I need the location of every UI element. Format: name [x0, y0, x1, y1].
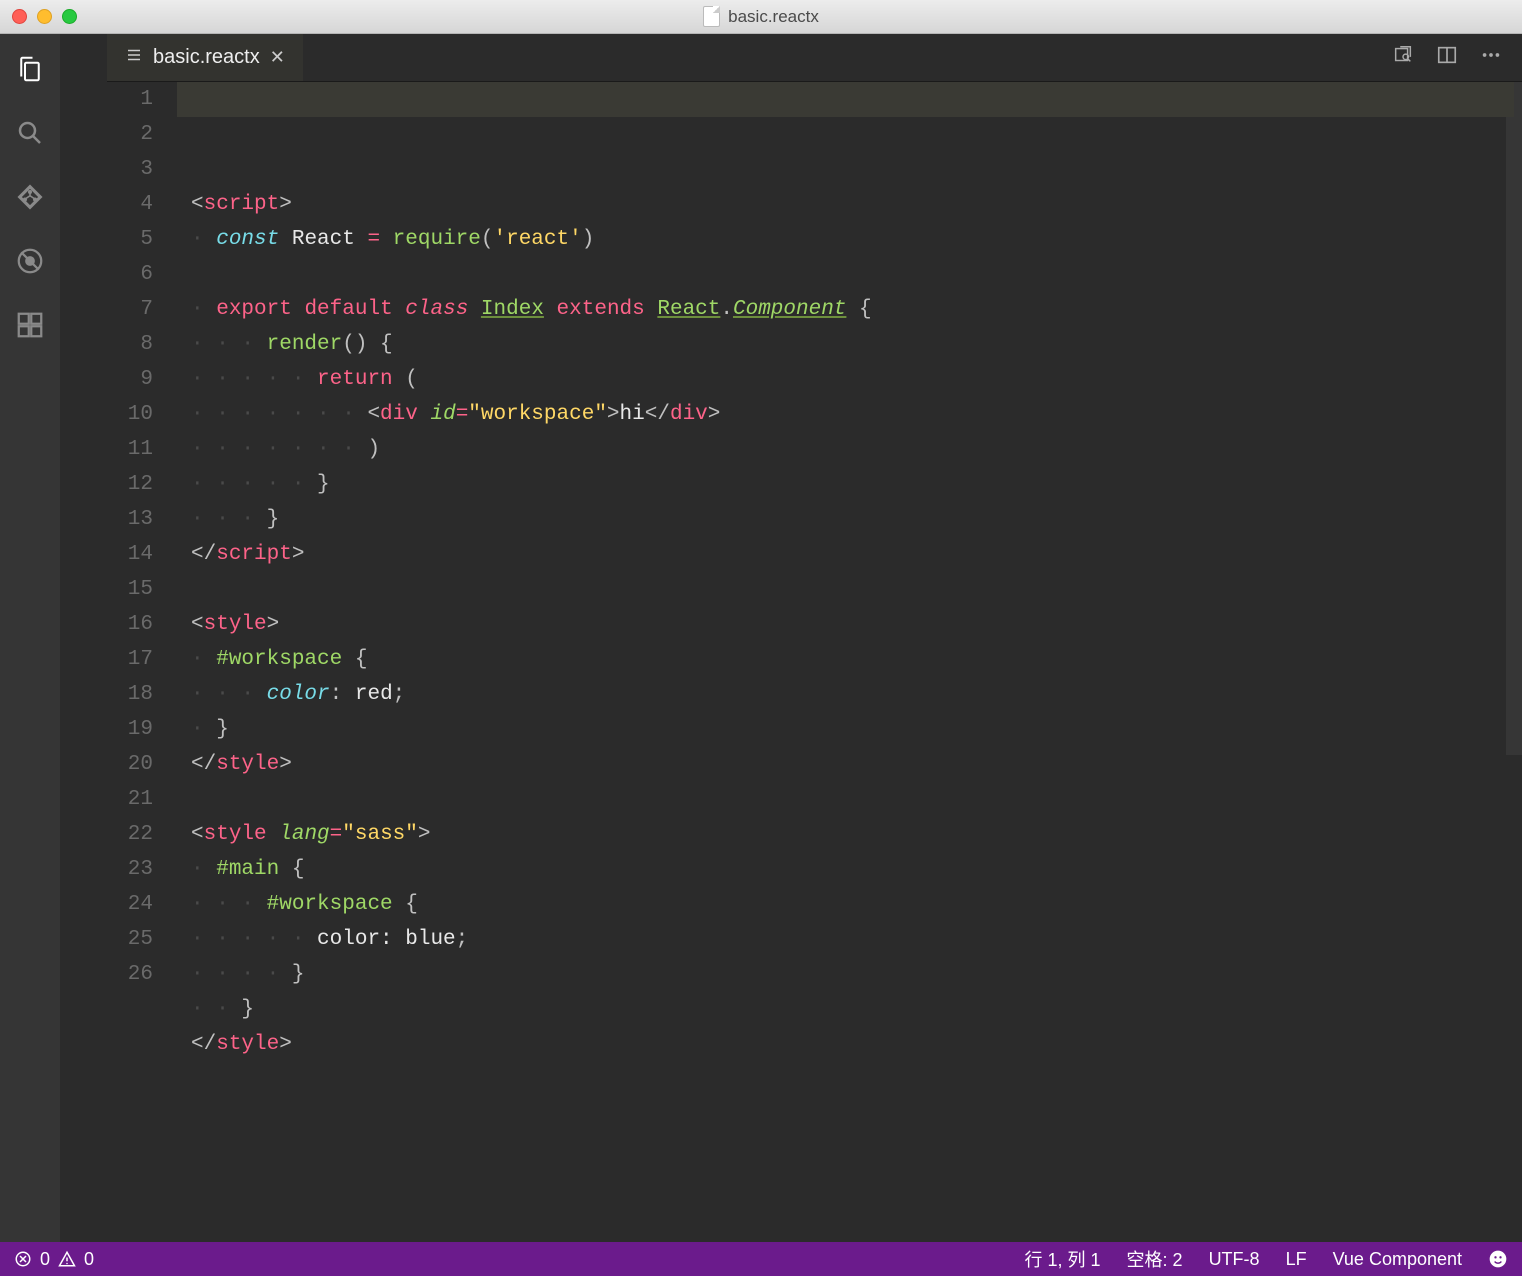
code-line[interactable]: · · · · · return ( [191, 362, 1522, 397]
status-language[interactable]: Vue Component [1333, 1249, 1462, 1270]
search-icon[interactable] [13, 116, 47, 150]
code-line[interactable]: · export default class Index extends Rea… [191, 292, 1522, 327]
line-number: 9 [107, 362, 153, 397]
code-line[interactable]: · } [191, 712, 1522, 747]
line-number: 11 [107, 432, 153, 467]
code-line[interactable]: · · · · · } [191, 467, 1522, 502]
tab-actions [1392, 34, 1522, 81]
editor-group: basic.reactx ✕ 1234567891011121314151617… [107, 34, 1522, 1242]
line-number: 19 [107, 712, 153, 747]
line-number: 2 [107, 117, 153, 152]
workbench: basic.reactx ✕ 1234567891011121314151617… [0, 34, 1522, 1242]
window-title-wrap: basic.reactx [0, 6, 1522, 27]
line-number: 26 [107, 957, 153, 992]
line-number: 1 [107, 82, 153, 117]
line-number: 10 [107, 397, 153, 432]
code-line[interactable]: </style> [191, 747, 1522, 782]
status-problems[interactable]: 0 0 [14, 1249, 94, 1270]
code-line[interactable]: · · · · } [191, 957, 1522, 992]
code-area[interactable]: <script>· const React = require('react')… [177, 82, 1522, 1242]
editor[interactable]: 1234567891011121314151617181920212223242… [107, 82, 1522, 1242]
line-number: 17 [107, 642, 153, 677]
activity-bar [0, 34, 60, 1242]
window-titlebar: basic.reactx [0, 0, 1522, 34]
status-spaces[interactable]: 空格: 2 [1127, 1246, 1183, 1272]
close-icon[interactable]: ✕ [270, 47, 285, 68]
line-number: 6 [107, 257, 153, 292]
traffic-lights [12, 9, 77, 24]
zoom-window-button[interactable] [62, 9, 77, 24]
line-number: 23 [107, 852, 153, 887]
line-number: 13 [107, 502, 153, 537]
line-number: 8 [107, 327, 153, 362]
line-number: 20 [107, 747, 153, 782]
code-line[interactable]: · · · color: red; [191, 677, 1522, 712]
list-icon [125, 46, 143, 70]
line-number: 4 [107, 187, 153, 222]
code-line[interactable]: <script> [191, 187, 1522, 222]
warning-icon [58, 1250, 76, 1268]
code-line[interactable]: · const React = require('react') [191, 222, 1522, 257]
extensions-icon[interactable] [13, 308, 47, 342]
debug-icon[interactable] [13, 244, 47, 278]
line-number: 16 [107, 607, 153, 642]
code-line[interactable]: · · · #workspace { [191, 887, 1522, 922]
explorer-icon[interactable] [13, 52, 47, 86]
warning-count: 0 [84, 1249, 94, 1270]
code-line[interactable] [191, 1062, 1522, 1097]
code-line[interactable]: · · · · · · · ) [191, 432, 1522, 467]
code-line[interactable]: · #main { [191, 852, 1522, 887]
tab-label: basic.reactx [153, 46, 260, 69]
error-count: 0 [40, 1249, 50, 1270]
more-actions-icon[interactable] [1480, 44, 1502, 71]
code-line[interactable]: · · · · · color: blue; [191, 922, 1522, 957]
status-ln-col[interactable]: 行 1, 列 1 [1025, 1246, 1101, 1272]
open-changes-icon[interactable] [1392, 44, 1414, 71]
sidebar-collapsed [60, 34, 107, 1242]
current-line-highlight [177, 82, 1514, 117]
code-line[interactable]: · · · · · · · <div id="workspace">hi</di… [191, 397, 1522, 432]
error-icon [14, 1250, 32, 1268]
line-number: 15 [107, 572, 153, 607]
status-eol[interactable]: LF [1286, 1249, 1307, 1270]
line-number-gutter: 1234567891011121314151617181920212223242… [107, 82, 177, 1242]
code-line[interactable]: · · } [191, 992, 1522, 1027]
code-line[interactable]: · #workspace { [191, 642, 1522, 677]
line-number: 7 [107, 292, 153, 327]
line-number: 14 [107, 537, 153, 572]
code-line[interactable]: </script> [191, 537, 1522, 572]
code-line[interactable]: <style> [191, 607, 1522, 642]
tab-bar: basic.reactx ✕ [107, 34, 1522, 82]
file-icon [703, 6, 720, 27]
line-number: 18 [107, 677, 153, 712]
window-title: basic.reactx [728, 7, 819, 27]
tab-basic-reactx[interactable]: basic.reactx ✕ [107, 34, 303, 81]
status-bar: 0 0 行 1, 列 1 空格: 2 UTF-8 LF Vue Componen… [0, 1242, 1522, 1276]
minimize-window-button[interactable] [37, 9, 52, 24]
feedback-icon[interactable] [1488, 1249, 1508, 1269]
code-line[interactable] [191, 257, 1522, 292]
line-number: 5 [107, 222, 153, 257]
code-line[interactable] [191, 782, 1522, 817]
code-line[interactable]: <style lang="sass"> [191, 817, 1522, 852]
code-line[interactable]: </style> [191, 1027, 1522, 1062]
line-number: 24 [107, 887, 153, 922]
code-line[interactable] [191, 572, 1522, 607]
code-line[interactable]: · · · render() { [191, 327, 1522, 362]
line-number: 22 [107, 817, 153, 852]
source-control-icon[interactable] [13, 180, 47, 214]
line-number: 3 [107, 152, 153, 187]
line-number: 12 [107, 467, 153, 502]
code-line[interactable]: · · · } [191, 502, 1522, 537]
line-number: 21 [107, 782, 153, 817]
split-editor-icon[interactable] [1436, 44, 1458, 71]
line-number: 25 [107, 922, 153, 957]
close-window-button[interactable] [12, 9, 27, 24]
status-encoding[interactable]: UTF-8 [1209, 1249, 1260, 1270]
